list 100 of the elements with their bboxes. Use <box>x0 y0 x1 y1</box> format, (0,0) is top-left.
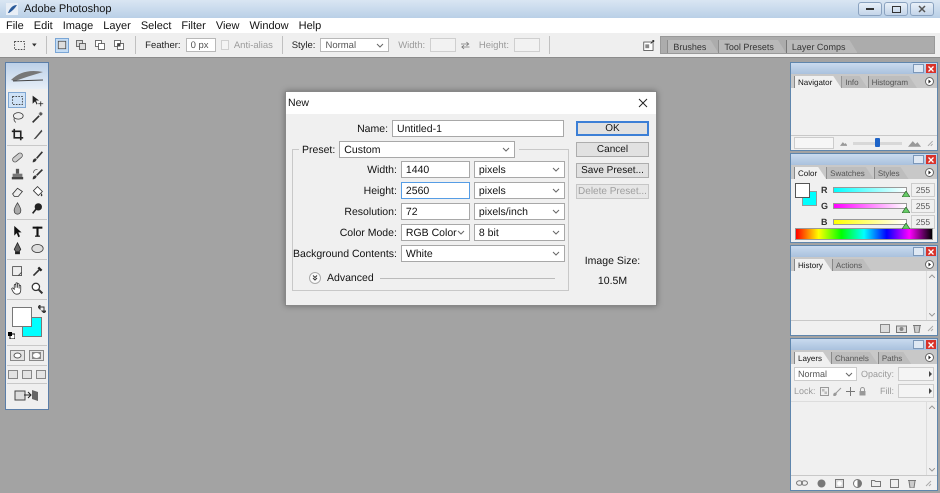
scroll-down-icon[interactable] <box>929 468 935 472</box>
panel-menu-icon[interactable] <box>925 260 934 269</box>
close-icon[interactable] <box>638 98 648 108</box>
resize-grip-icon[interactable] <box>927 140 934 146</box>
new-document-icon[interactable] <box>880 324 890 332</box>
scroll-up-icon[interactable] <box>929 405 935 409</box>
checker-square-icon[interactable] <box>820 386 829 396</box>
quick-mask-button[interactable] <box>29 350 44 361</box>
swap-icon[interactable] <box>461 40 470 50</box>
name-field[interactable]: Untitled-1 <box>392 120 564 137</box>
close-button[interactable] <box>926 247 936 256</box>
default-colors-icon[interactable] <box>8 332 15 339</box>
close-button[interactable] <box>926 155 936 164</box>
scroll-up-icon[interactable] <box>929 274 935 278</box>
close-button[interactable] <box>910 2 934 16</box>
menu-item[interactable]: Edit <box>34 20 53 32</box>
panel-menu-icon[interactable] <box>925 77 934 86</box>
new-layer-icon[interactable] <box>890 478 900 488</box>
expand-button[interactable] <box>309 272 321 284</box>
panel-tab[interactable]: History <box>794 259 832 271</box>
panel-tab[interactable]: Info <box>841 76 868 88</box>
padlock-icon[interactable] <box>858 386 866 396</box>
marquee-icon[interactable] <box>8 92 26 108</box>
panel-menu-icon[interactable] <box>925 353 934 362</box>
menu-item[interactable]: Window <box>250 20 289 32</box>
value-dropdown[interactable]: RGB Color <box>400 224 470 241</box>
palette-browser-icon[interactable] <box>642 38 656 52</box>
caret-icon[interactable] <box>32 43 37 47</box>
palette-tab[interactable]: Tool Presets <box>718 40 786 53</box>
maximize-button[interactable] <box>884 2 908 16</box>
link-icon[interactable] <box>796 480 808 486</box>
menu-item[interactable]: Image <box>62 20 94 32</box>
small-mountain-icon[interactable] <box>840 140 848 146</box>
unit-dropdown[interactable]: pixels <box>474 182 565 199</box>
close-button[interactable] <box>926 340 936 349</box>
color-swatches-icon[interactable] <box>12 307 42 337</box>
move-arrows-icon[interactable] <box>846 386 855 396</box>
slider-thumb-icon[interactable] <box>902 190 910 196</box>
color-swatches-icon[interactable] <box>795 183 817 206</box>
standard-mode-button[interactable] <box>10 350 25 361</box>
menu-item[interactable]: Help <box>298 20 322 32</box>
value-field[interactable]: 1440 <box>400 161 470 178</box>
zoom-field[interactable] <box>794 137 834 149</box>
scroll-down-icon[interactable] <box>929 313 935 317</box>
color-spectrum-bar[interactable] <box>795 228 933 240</box>
feather-field[interactable]: 0 px <box>186 38 216 52</box>
menu-item[interactable]: Select <box>140 20 172 32</box>
panel-tab[interactable]: Paths <box>878 352 912 364</box>
dialog-button[interactable]: Cancel <box>576 142 649 157</box>
panel-tab[interactable]: Actions <box>832 259 872 271</box>
zoom-slider-thumb[interactable] <box>875 138 880 146</box>
dialog-button[interactable]: OK <box>576 121 649 136</box>
menu-item[interactable]: View <box>216 20 240 32</box>
mask-icon[interactable] <box>834 478 844 488</box>
add-selection-icon[interactable] <box>74 38 88 52</box>
close-button[interactable] <box>926 64 936 73</box>
minimize-button[interactable] <box>858 2 882 16</box>
panel-tab[interactable]: Layers <box>794 352 832 364</box>
camera-icon[interactable] <box>896 324 907 332</box>
subtract-selection-icon[interactable] <box>93 38 108 52</box>
trash-icon[interactable] <box>913 324 921 332</box>
panel-tab[interactable]: Channels <box>831 352 878 364</box>
fill-field[interactable] <box>898 384 934 398</box>
new-selection-icon[interactable] <box>55 38 70 52</box>
blend-mode-dropdown[interactable]: Normal <box>794 367 857 381</box>
resize-grip-icon[interactable] <box>925 480 932 486</box>
layer-style-icon[interactable] <box>816 478 826 488</box>
panel-menu-icon[interactable] <box>925 168 934 177</box>
panel-tab[interactable]: Styles <box>874 167 909 179</box>
style-dropdown[interactable]: Normal <box>320 38 390 52</box>
palette-tab[interactable]: Layer Comps <box>786 40 858 53</box>
scrollbar[interactable] <box>926 271 937 320</box>
unit-dropdown[interactable]: pixels/inch <box>474 203 565 220</box>
unit-dropdown[interactable]: 8 bit <box>474 224 565 241</box>
panel-tab[interactable]: Navigator <box>794 76 842 88</box>
panel-tab[interactable]: Histogram <box>868 76 918 88</box>
menu-item[interactable]: Filter <box>181 20 206 32</box>
resize-grip-icon[interactable] <box>927 324 934 332</box>
opacity-field[interactable] <box>898 367 934 381</box>
dialog-button[interactable]: Save Preset... <box>576 163 649 178</box>
large-mountain-icon[interactable] <box>908 140 922 146</box>
channel-value-field[interactable]: 255 <box>911 182 935 196</box>
palette-tab[interactable]: Brushes <box>667 40 718 53</box>
panel-tab[interactable]: Color <box>794 167 826 179</box>
half-circle-icon[interactable] <box>852 478 862 488</box>
intersect-selection-icon[interactable] <box>112 38 126 52</box>
folder-icon[interactable] <box>871 479 882 487</box>
preset-dropdown[interactable]: Custom <box>339 141 516 158</box>
value-dropdown[interactable]: White <box>400 245 565 262</box>
unit-dropdown[interactable]: pixels <box>474 161 565 178</box>
value-field[interactable]: 2560 <box>400 182 470 199</box>
channel-value-field[interactable]: 255 <box>911 198 935 212</box>
jump-to-icon[interactable] <box>14 388 40 402</box>
menu-item[interactable]: File <box>6 20 24 32</box>
scrollbar[interactable] <box>926 402 937 475</box>
trash-icon[interactable] <box>908 478 916 488</box>
panel-tab[interactable]: Swatches <box>826 167 874 179</box>
slider-thumb-icon[interactable] <box>902 206 910 212</box>
value-field[interactable]: 72 <box>400 203 470 220</box>
menu-item[interactable]: Layer <box>103 20 131 32</box>
